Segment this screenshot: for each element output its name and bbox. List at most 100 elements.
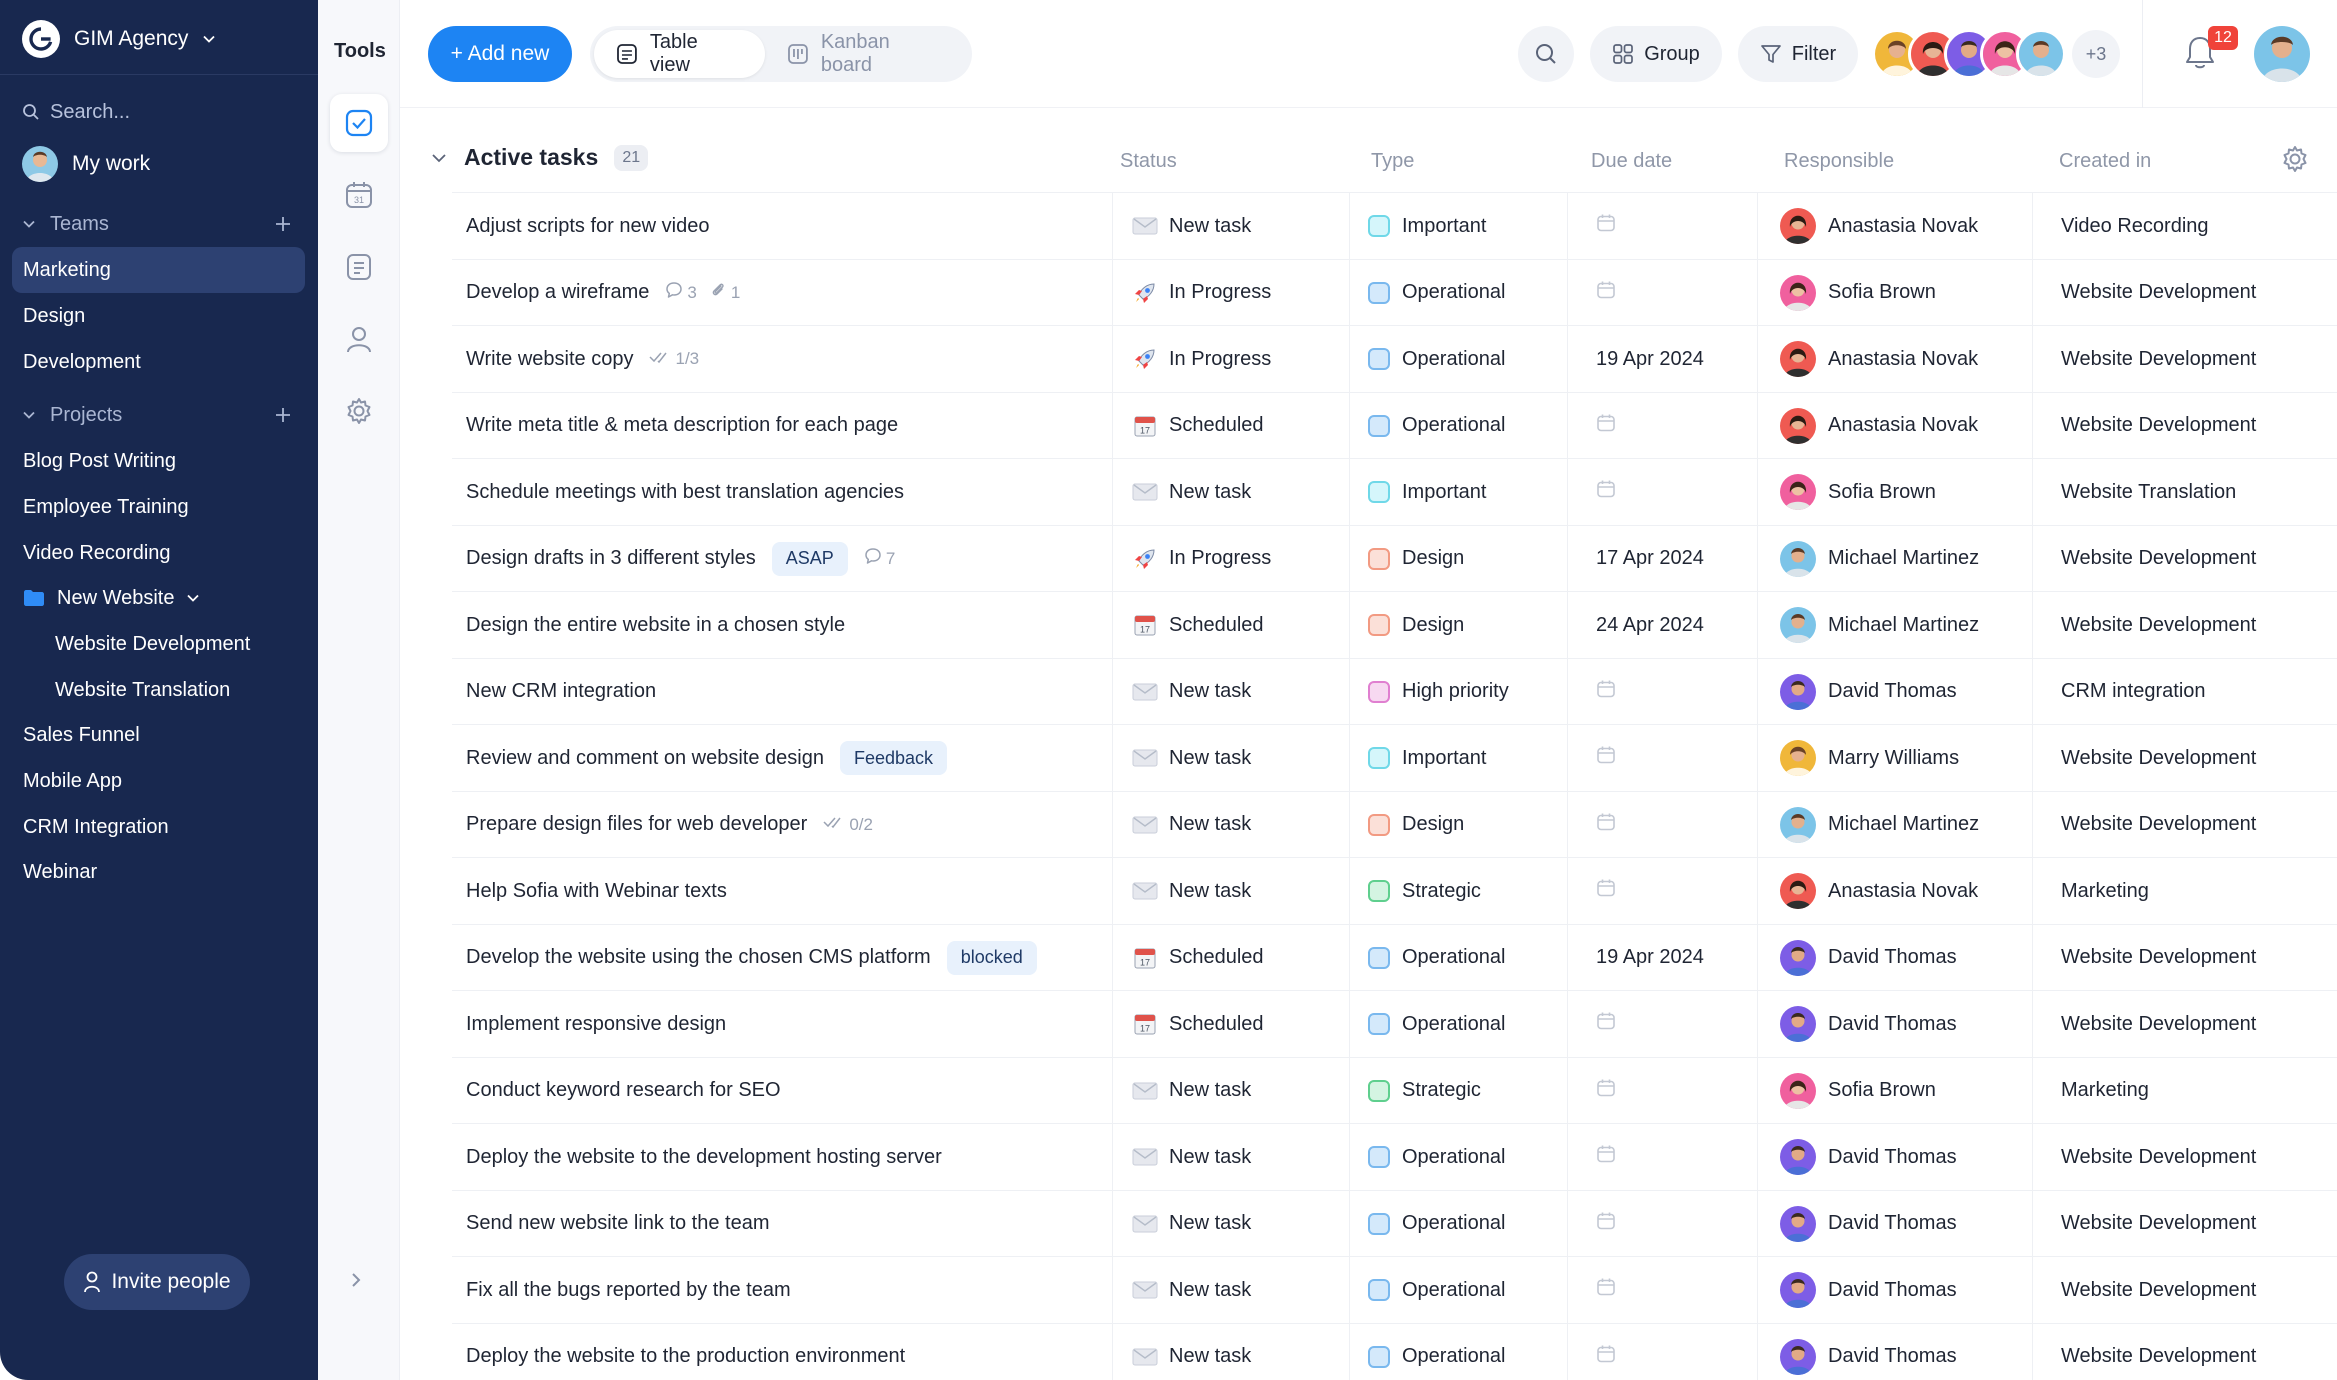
created-in-cell[interactable]: Website Development [2032,259,2337,326]
type-cell[interactable]: Operational [1349,991,1569,1057]
column-header-status[interactable]: Status [1120,150,1177,173]
sidebar-search[interactable]: Search... [22,98,130,126]
table-row[interactable]: Deploy the website to the development ho… [452,1123,2337,1190]
current-user-avatar[interactable] [2254,26,2310,82]
search-button[interactable] [1518,26,1574,82]
table-row[interactable]: Implement responsive design 17 Scheduled… [452,990,2337,1057]
type-cell[interactable]: Important [1349,459,1569,525]
column-settings-button[interactable] [2280,144,2310,180]
type-cell[interactable]: Operational [1349,1190,1569,1257]
task-name[interactable]: Implement responsive design [466,1013,726,1036]
filter-button[interactable]: Filter [1738,26,1858,82]
due-date-cell[interactable] [1567,1057,1762,1124]
task-name[interactable]: Fix all the bugs reported by the team [466,1279,791,1302]
group-header[interactable]: Active tasks 21 [430,144,649,171]
tab-table-view[interactable]: Table view [594,30,765,78]
responsible-cell[interactable]: Anastasia Novak [1757,193,2032,259]
responsible-cell[interactable]: Michael Martinez [1757,791,2032,858]
type-cell[interactable]: Important [1349,193,1569,259]
due-date-cell[interactable]: 24 Apr 2024 [1567,592,1762,658]
task-name-cell[interactable]: New CRM integration [466,659,1096,725]
tool-calendar[interactable]: 31 [330,166,388,224]
created-in-cell[interactable]: Website Development [2032,924,2337,991]
responsible-cell[interactable]: David Thomas [1757,991,2032,1057]
created-in-cell[interactable]: Website Development [2032,1124,2337,1190]
calendar-icon[interactable] [1596,280,1616,306]
created-in-cell[interactable]: Website Development [2032,392,2337,459]
table-row[interactable]: Deploy the website to the production env… [452,1322,2337,1380]
task-name-cell[interactable]: Write website copy 1/3 [466,326,1096,392]
column-header-responsible[interactable]: Responsible [1784,150,1894,173]
type-cell[interactable]: Operational [1349,924,1569,991]
responsible-cell[interactable]: Anastasia Novak [1757,858,2032,924]
due-date-cell[interactable] [1567,991,1762,1057]
org-switcher[interactable]: GIM Agency [22,20,216,58]
task-name[interactable]: Design the entire website in a chosen st… [466,614,845,637]
task-name-cell[interactable]: Adjust scripts for new video [466,193,1096,259]
status-cell[interactable]: New task [1112,1323,1362,1380]
calendar-icon[interactable] [1596,812,1616,838]
responsible-cell[interactable]: David Thomas [1757,924,2032,991]
calendar-icon[interactable] [1596,1211,1616,1237]
comment-count[interactable]: 3 [665,281,697,304]
created-in-cell[interactable]: Marketing [2032,858,2337,924]
due-date-cell[interactable] [1567,259,1762,326]
tab-kanban-board[interactable]: Kanban board [765,30,968,78]
task-name[interactable]: Design drafts in 3 different styles [466,547,756,570]
task-name[interactable]: New CRM integration [466,680,656,703]
task-name[interactable]: Review and comment on website design [466,747,824,770]
status-cell[interactable]: 17 Scheduled [1112,392,1362,459]
task-name-cell[interactable]: Design drafts in 3 different styles ASAP 7 [466,526,1096,592]
due-date-cell[interactable] [1567,858,1762,924]
task-name[interactable]: Develop a wireframe [466,281,649,304]
due-date-cell[interactable] [1567,1190,1762,1257]
task-name-cell[interactable]: Develop a wireframe 3 1 [466,260,1096,326]
sidebar-item-website-translation[interactable]: Website Translation [12,667,305,713]
calendar-icon[interactable] [1596,1277,1616,1303]
invite-people-button[interactable]: Invite people [64,1254,250,1310]
column-header-created-in[interactable]: Created in [2059,150,2151,173]
task-name-cell[interactable]: Implement responsive design [466,991,1096,1057]
calendar-icon[interactable] [1596,1078,1616,1104]
due-date-cell[interactable]: 17 Apr 2024 [1567,525,1762,592]
due-date-cell[interactable] [1567,658,1762,725]
task-name-cell[interactable]: Develop the website using the chosen CMS… [466,925,1096,991]
task-name[interactable]: Conduct keyword research for SEO [466,1079,781,1102]
sidebar-item-website-development[interactable]: Website Development [12,621,305,667]
tool-tasks[interactable] [330,94,388,152]
task-name-cell[interactable]: Help Sofia with Webinar texts [466,858,1096,924]
created-in-cell[interactable]: Website Development [2032,592,2337,658]
projects-section-header[interactable]: Projects [22,399,292,431]
task-name[interactable]: Develop the website using the chosen CMS… [466,946,931,969]
sidebar-item-mobile-app[interactable]: Mobile App [12,758,305,804]
status-cell[interactable]: New task [1112,858,1362,924]
task-name[interactable]: Send new website link to the team [466,1212,770,1235]
due-date-cell[interactable] [1567,1257,1762,1323]
table-row[interactable]: New CRM integration New task High priori… [452,657,2337,725]
task-name[interactable]: Prepare design files for web developer [466,813,807,836]
task-name[interactable]: Deploy the website to the development ho… [466,1146,942,1169]
calendar-icon[interactable] [1596,878,1616,904]
calendar-icon[interactable] [1596,413,1616,439]
created-in-cell[interactable]: Website Development [2032,1323,2337,1380]
table-row[interactable]: Send new website link to the team New ta… [452,1189,2337,1257]
created-in-cell[interactable]: Website Development [2032,791,2337,858]
created-in-cell[interactable]: Website Development [2032,991,2337,1057]
status-cell[interactable]: New task [1112,658,1362,725]
more-members-count[interactable]: +3 [2072,30,2120,78]
responsible-cell[interactable]: David Thomas [1757,1190,2032,1257]
created-in-cell[interactable]: CRM integration [2032,658,2337,725]
sidebar-item-webinar[interactable]: Webinar [12,849,305,895]
table-row[interactable]: Write website copy 1/3 In Progress Operat… [452,325,2337,392]
group-button[interactable]: Group [1590,26,1722,82]
task-name-cell[interactable]: Design the entire website in a chosen st… [466,592,1096,658]
task-name-cell[interactable]: Deploy the website to the production env… [466,1324,1096,1380]
type-cell[interactable]: Operational [1349,1257,1569,1323]
add-team-icon[interactable] [274,215,292,233]
expand-panel-button[interactable] [346,1270,366,1295]
table-row[interactable]: Conduct keyword research for SEO New tas… [452,1056,2337,1124]
responsible-cell[interactable]: Sofia Brown [1757,259,2032,326]
due-date-cell[interactable] [1567,725,1762,791]
status-cell[interactable]: 17 Scheduled [1112,592,1362,658]
table-row[interactable]: Schedule meetings with best translation … [452,458,2337,525]
